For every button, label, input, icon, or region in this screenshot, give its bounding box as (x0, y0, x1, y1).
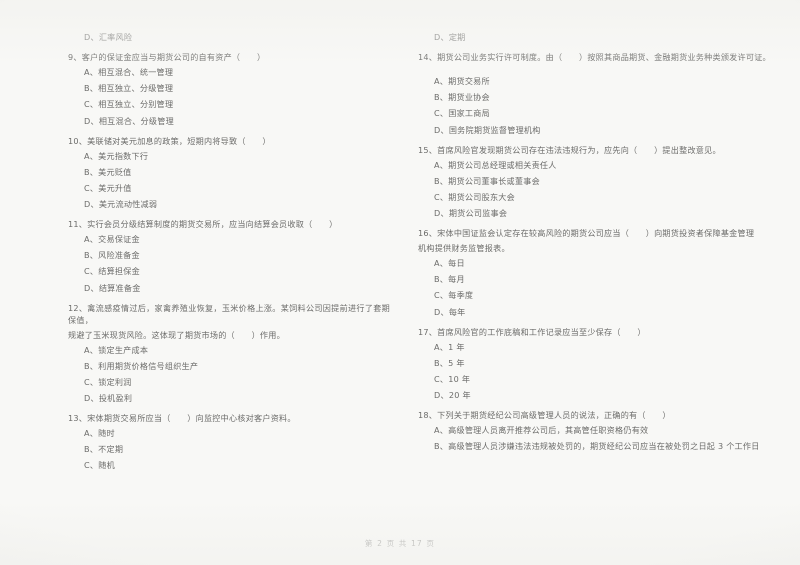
page-footer: 第 2 页 共 17 页 (364, 539, 436, 548)
question-11-stem: 11、实行会员分级结算制度的期货交易所，应当向结算会员收取（ ） (68, 219, 338, 230)
question-13-stem: 13、宋体期货交易所应当（ ）向监控中心核对客户资料。 (68, 413, 296, 424)
question-9-stem: 9、客户的保证金应当与期货公司的自有资产（ ） (68, 52, 266, 63)
question-15-option-b[interactable]: B、期货公司董事长或董事会 (418, 176, 786, 188)
question-13-option-b[interactable]: B、不定期 (68, 444, 390, 456)
question-14-option-a[interactable]: A、期货交易所 (418, 76, 786, 88)
question-18: 18、下列关于期货经纪公司高级管理人员的说法，正确的有（ ） A、高级管理人员离… (418, 410, 786, 453)
question-16-stem-line-1: 16、宋体中国证监会认定存在较高风险的期货公司应当（ ）向期货投资者保障基金管理 (418, 228, 755, 239)
question-9-option-a[interactable]: A、相互混合、统一管理 (68, 67, 390, 79)
question-9-option-c[interactable]: C、相互独立、分别管理 (68, 99, 390, 111)
left-column: D、汇率风险 9、客户的保证金应当与期货公司的自有资产（ ） A、相互混合、统一… (0, 32, 400, 519)
question-13: 13、宋体期货交易所应当（ ）向监控中心核对客户资料。 A、随时 B、不定期 C… (68, 413, 390, 472)
question-17-stem: 17、首席风险官的工作底稿和工作记录应当至少保存（ ） (418, 326, 646, 337)
question-14-option-b[interactable]: B、期货业协会 (418, 92, 786, 104)
question-9-option-b[interactable]: B、相互独立、分级管理 (68, 83, 390, 95)
question-10-option-c[interactable]: C、美元升值 (68, 183, 390, 195)
question-16-option-b[interactable]: B、每月 (418, 274, 786, 286)
question-16-option-c[interactable]: C、每季度 (418, 290, 786, 302)
question-12-option-a[interactable]: A、锁定生产成本 (68, 345, 390, 357)
question-9-option-d[interactable]: D、相互混合、分级管理 (68, 116, 390, 128)
question-17-option-c[interactable]: C、10 年 (418, 374, 786, 386)
question-11-option-b[interactable]: B、风险准备金 (68, 250, 390, 262)
question-18-option-b[interactable]: B、高级管理人员涉嫌违法违规被处罚的，期货经纪公司应当在被处罚之日起 3 个工作… (418, 441, 786, 453)
question-14-option-d[interactable]: D、国务院期货监督管理机构 (418, 125, 786, 137)
right-column: D、定期 14、期货公司业务实行许可制度。由（ ）按照其商品期货、金融期货业务种… (400, 32, 800, 519)
question-10-option-b[interactable]: B、美元贬值 (68, 167, 390, 179)
question-15-option-d[interactable]: D、期货公司监事会 (418, 208, 786, 220)
question-14-stem: 14、期货公司业务实行许可制度。由（ ）按照其商品期货、金融期货业务种类颁发许可… (418, 52, 771, 63)
exam-paper-page: D、汇率风险 9、客户的保证金应当与期货公司的自有资产（ ） A、相互混合、统一… (0, 0, 800, 565)
question-10: 10、美联储对美元加息的政策，短期内将导致（ ） A、美元指数下行 B、美元贬值… (68, 136, 390, 211)
question-17: 17、首席风险官的工作底稿和工作记录应当至少保存（ ） A、1 年 B、5 年 … (418, 327, 786, 402)
question-11-option-c[interactable]: C、结算担保金 (68, 266, 390, 278)
question-11: 11、实行会员分级结算制度的期货交易所，应当向结算会员收取（ ） A、交易保证金… (68, 219, 390, 294)
question-9: 9、客户的保证金应当与期货公司的自有资产（ ） A、相互混合、统一管理 B、相互… (68, 52, 390, 127)
question-11-option-a[interactable]: A、交易保证金 (68, 234, 390, 246)
question-18-option-a[interactable]: A、高级管理人员离开推荐公司后，其高管任职资格仍有效 (418, 425, 786, 437)
question-17-option-b[interactable]: B、5 年 (418, 358, 786, 370)
question-14: 14、期货公司业务实行许可制度。由（ ）按照其商品期货、金融期货业务种类颁发许可… (418, 52, 786, 136)
question-11-option-d[interactable]: D、结算准备金 (68, 283, 390, 295)
question-17-option-a[interactable]: A、1 年 (418, 342, 786, 354)
two-column-layout: D、汇率风险 9、客户的保证金应当与期货公司的自有资产（ ） A、相互混合、统一… (0, 32, 800, 519)
question-18-stem: 18、下列关于期货经纪公司高级管理人员的说法，正确的有（ ） (418, 410, 671, 421)
question-17-option-d[interactable]: D、20 年 (418, 390, 786, 402)
question-16-option-a[interactable]: A、每日 (418, 258, 786, 270)
question-15-stem: 15、首席风险官发现期货公司存在违法违规行为，应先向（ ）提出整改意见。 (418, 144, 721, 155)
question-10-stem: 10、美联储对美元加息的政策，短期内将导致（ ） (68, 135, 271, 146)
question-12-option-b[interactable]: B、利用期货价格信号组织生产 (68, 361, 390, 373)
question-10-option-d[interactable]: D、美元流动性减弱 (68, 199, 390, 211)
question-13-option-a[interactable]: A、随时 (68, 428, 390, 440)
question-15-option-a[interactable]: A、期货公司总经理或相关责任人 (418, 160, 786, 172)
question-16: 16、宋体中国证监会认定存在较高风险的期货公司应当（ ）向期货投资者保障基金管理… (418, 228, 786, 318)
question-12-option-c[interactable]: C、锁定利润 (68, 377, 390, 389)
question-16-stem-line-2: 机构提供财务监管报表。 (418, 243, 510, 254)
question-12: 12、禽流感疫情过后，家禽养殖业恢复，玉米价格上涨。某饲料公司因提前进行了套期保… (68, 303, 390, 405)
question-14-option-c[interactable]: C、国家工商局 (418, 108, 786, 120)
question-16-option-d[interactable]: D、每年 (418, 307, 786, 319)
question-12-stem-line-2: 规避了玉米现货风险。这体现了期货市场的（ ）作用。 (68, 329, 285, 340)
carryover-option-left: D、汇率风险 (84, 32, 133, 42)
question-12-option-d[interactable]: D、投机盈利 (68, 393, 390, 405)
question-12-stem-line-1: 12、禽流感疫情过后，家禽养殖业恢复，玉米价格上涨。某饲料公司因提前进行了套期保… (68, 302, 390, 325)
carryover-option-right: D、定期 (434, 32, 466, 42)
question-15: 15、首席风险官发现期货公司存在违法违规行为，应先向（ ）提出整改意见。 A、期… (418, 145, 786, 220)
question-10-option-a[interactable]: A、美元指数下行 (68, 151, 390, 163)
question-15-option-c[interactable]: C、期货公司股东大会 (418, 192, 786, 204)
question-13-option-c[interactable]: C、随机 (68, 460, 390, 472)
